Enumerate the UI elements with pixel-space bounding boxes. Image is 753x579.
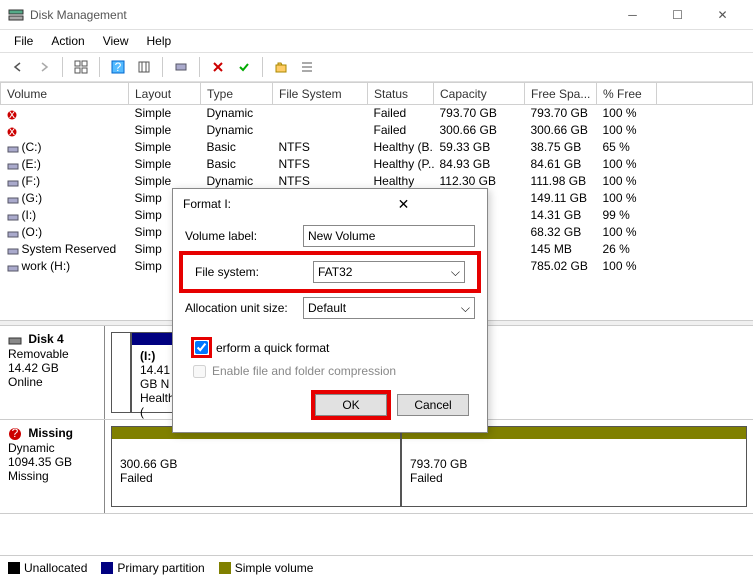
svg-text:?: ? (12, 427, 19, 440)
column-header[interactable]: Layout (129, 83, 201, 105)
format-dialog: Format I: ✕ Volume label: File system: F… (172, 188, 488, 433)
partition-failed-2[interactable]: 793.70 GB Failed (401, 426, 747, 507)
file-system-label: File system: (195, 265, 305, 279)
chevron-down-icon: ⌵ (461, 301, 470, 316)
window-title: Disk Management (30, 8, 610, 22)
column-header[interactable]: Status (368, 83, 434, 105)
volume-icon (7, 160, 19, 170)
svg-text:x: x (9, 110, 15, 120)
volume-icon (7, 177, 19, 187)
missing-icon: ? (8, 427, 22, 441)
table-row[interactable]: (E:)SimpleBasicNTFSHealthy (P...84.93 GB… (1, 156, 753, 173)
allocation-select[interactable]: Default ⌵ (303, 297, 475, 319)
disk-missing-panel: ? Missing Dynamic 1094.35 GB Missing 300… (0, 420, 753, 514)
menu-help[interactable]: Help (139, 32, 180, 50)
minimize-button[interactable]: ─ (610, 0, 655, 30)
app-icon (8, 7, 24, 23)
column-header[interactable]: % Free (597, 83, 657, 105)
forward-button[interactable] (32, 55, 56, 79)
volume-label-input[interactable] (303, 225, 475, 247)
check-icon[interactable] (232, 55, 256, 79)
ok-button[interactable]: OK (315, 394, 387, 416)
volume-icon: x (7, 109, 19, 119)
volume-icon (7, 245, 19, 255)
allocation-label: Allocation unit size: (185, 301, 295, 315)
column-header[interactable]: Volume (1, 83, 129, 105)
disk-icon (8, 333, 22, 347)
volume-label-label: Volume label: (185, 229, 295, 243)
volume-icon (7, 143, 19, 153)
dialog-titlebar[interactable]: Format I: ✕ (173, 189, 487, 219)
open-icon[interactable] (269, 55, 293, 79)
volume-icon: x (7, 126, 19, 136)
volume-icon (7, 211, 19, 221)
menu-file[interactable]: File (6, 32, 41, 50)
disk-name: Missing (28, 426, 73, 440)
refresh-icon[interactable] (169, 55, 193, 79)
help-icon[interactable]: ? (106, 55, 130, 79)
menu-view[interactable]: View (95, 32, 137, 50)
disk-name: Disk 4 (28, 332, 63, 346)
chevron-down-icon: ⌵ (451, 265, 460, 280)
grid-icon[interactable] (69, 55, 93, 79)
svg-text:x: x (9, 127, 15, 137)
column-header[interactable]: Type (201, 83, 273, 105)
quick-format-label: erform a quick format (216, 341, 329, 355)
column-header[interactable]: File System (273, 83, 368, 105)
disk-status: Online (8, 375, 43, 389)
volume-icon (7, 194, 19, 204)
column-header[interactable]: Capacity (434, 83, 525, 105)
svg-text:?: ? (115, 60, 122, 74)
quick-format-checkbox[interactable] (195, 341, 208, 354)
settings-icon[interactable] (132, 55, 156, 79)
back-button[interactable] (6, 55, 30, 79)
disk-status: Missing (8, 469, 49, 483)
disk-size: 14.42 GB (8, 361, 59, 375)
partition-failed-1[interactable]: 300.66 GB Failed (111, 426, 401, 507)
volume-icon (7, 262, 19, 272)
maximize-button[interactable]: ☐ (655, 0, 700, 30)
list-icon[interactable] (295, 55, 319, 79)
cancel-button[interactable]: Cancel (397, 394, 469, 416)
dialog-close-button[interactable]: ✕ (330, 196, 477, 213)
column-header[interactable]: Free Spa... (525, 83, 597, 105)
compression-checkbox (193, 365, 206, 378)
menu-bar: File Action View Help (0, 30, 753, 52)
disk-type: Removable (8, 347, 69, 361)
file-system-select[interactable]: FAT32 ⌵ (313, 261, 465, 283)
disk-type: Dynamic (8, 441, 55, 455)
legend: Unallocated Primary partition Simple vol… (0, 555, 753, 579)
compression-label: Enable file and folder compression (212, 364, 396, 378)
toolbar: ? (0, 52, 753, 82)
table-row[interactable]: (C:)SimpleBasicNTFSHealthy (B...59.33 GB… (1, 139, 753, 156)
disk-size: 1094.35 GB (8, 455, 72, 469)
window-titlebar: Disk Management ─ ☐ ✕ (0, 0, 753, 30)
volume-icon (7, 228, 19, 238)
table-header[interactable]: VolumeLayoutTypeFile SystemStatusCapacit… (1, 83, 753, 105)
table-row[interactable]: xSimpleDynamicFailed793.70 GB793.70 GB10… (1, 105, 753, 122)
table-row[interactable]: (F:)SimpleDynamicNTFSHealthy112.30 GB111… (1, 173, 753, 190)
close-button[interactable]: ✕ (700, 0, 745, 30)
table-row[interactable]: xSimpleDynamicFailed300.66 GB300.66 GB10… (1, 122, 753, 139)
delete-icon[interactable] (206, 55, 230, 79)
menu-action[interactable]: Action (43, 32, 92, 50)
